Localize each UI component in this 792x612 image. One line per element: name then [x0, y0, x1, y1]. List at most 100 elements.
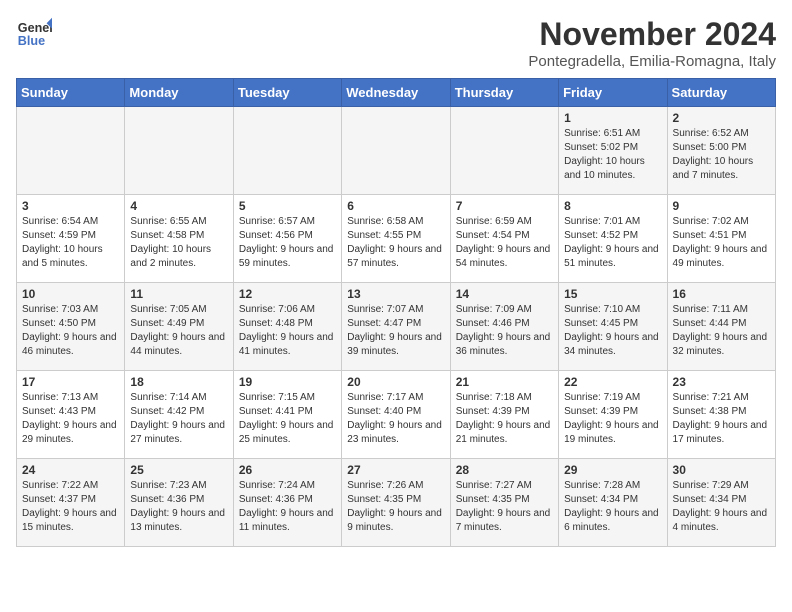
day-info: Sunrise: 7:06 AM Sunset: 4:48 PM Dayligh…: [239, 303, 336, 359]
calendar-week-3: 10 Sunrise: 7:03 AM Sunset: 4:50 PM Dayli…: [17, 283, 776, 371]
day-info: Sunrise: 7:11 AM Sunset: 4:44 PM Dayligh…: [673, 303, 770, 359]
day-number: 23: [673, 375, 770, 389]
calendar-week-5: 24 Sunrise: 7:22 AM Sunset: 4:37 PM Dayli…: [17, 459, 776, 547]
header-tuesday: Tuesday: [233, 79, 341, 107]
day-info: Sunrise: 7:14 AM Sunset: 4:42 PM Dayligh…: [130, 391, 227, 447]
day-number: 21: [456, 375, 553, 389]
calendar-cell: 23 Sunrise: 7:21 AM Sunset: 4:38 PM Dayli…: [667, 371, 775, 459]
calendar-week-1: 1Sunrise: 6:51 AM Sunset: 5:02 PM Daylig…: [17, 107, 776, 195]
day-number: 22: [564, 375, 661, 389]
day-number: 18: [130, 375, 227, 389]
day-number: 5: [239, 199, 336, 213]
day-number: 11: [130, 287, 227, 301]
day-number: 28: [456, 463, 553, 477]
day-info: Sunrise: 7:28 AM Sunset: 4:34 PM Dayligh…: [564, 479, 661, 535]
calendar-cell: 14Sunrise: 7:09 AM Sunset: 4:46 PM Dayli…: [450, 283, 558, 371]
calendar-cell: 19Sunrise: 7:15 AM Sunset: 4:41 PM Dayli…: [233, 371, 341, 459]
day-number: 6: [347, 199, 444, 213]
day-info: Sunrise: 6:54 AM Sunset: 4:59 PM Dayligh…: [22, 215, 119, 271]
day-info: Sunrise: 7:29 AM Sunset: 4:34 PM Dayligh…: [673, 479, 770, 535]
day-number: 25: [130, 463, 227, 477]
calendar-cell: [450, 107, 558, 195]
calendar-cell: 18 Sunrise: 7:14 AM Sunset: 4:42 PM Dayli…: [125, 371, 233, 459]
day-info: Sunrise: 7:01 AM Sunset: 4:52 PM Dayligh…: [564, 215, 661, 271]
day-info: Sunrise: 7:21 AM Sunset: 4:38 PM Dayligh…: [673, 391, 770, 447]
day-info: Sunrise: 7:19 AM Sunset: 4:39 PM Dayligh…: [564, 391, 661, 447]
day-info: Sunrise: 6:58 AM Sunset: 4:55 PM Dayligh…: [347, 215, 444, 271]
calendar-cell: 12 Sunrise: 7:06 AM Sunset: 4:48 PM Dayli…: [233, 283, 341, 371]
calendar-cell: 20 Sunrise: 7:17 AM Sunset: 4:40 PM Dayli…: [342, 371, 450, 459]
calendar-cell: 9 Sunrise: 7:02 AM Sunset: 4:51 PM Daylig…: [667, 195, 775, 283]
day-info: Sunrise: 7:17 AM Sunset: 4:40 PM Dayligh…: [347, 391, 444, 447]
day-number: 12: [239, 287, 336, 301]
calendar-cell: 7Sunrise: 6:59 AM Sunset: 4:54 PM Daylig…: [450, 195, 558, 283]
calendar-cell: 24 Sunrise: 7:22 AM Sunset: 4:37 PM Dayli…: [17, 459, 125, 547]
day-info: Sunrise: 7:09 AM Sunset: 4:46 PM Dayligh…: [456, 303, 553, 359]
day-info: Sunrise: 7:22 AM Sunset: 4:37 PM Dayligh…: [22, 479, 119, 535]
calendar-cell: 2 Sunrise: 6:52 AM Sunset: 5:00 PM Daylig…: [667, 107, 775, 195]
header-friday: Friday: [559, 79, 667, 107]
header-thursday: Thursday: [450, 79, 558, 107]
calendar-cell: 8 Sunrise: 7:01 AM Sunset: 4:52 PM Daylig…: [559, 195, 667, 283]
day-number: 27: [347, 463, 444, 477]
calendar-cell: 21 Sunrise: 7:18 AM Sunset: 4:39 PM Dayli…: [450, 371, 558, 459]
calendar-cell: 4 Sunrise: 6:55 AM Sunset: 4:58 PM Daylig…: [125, 195, 233, 283]
calendar-cell: [17, 107, 125, 195]
calendar-cell: 13 Sunrise: 7:07 AM Sunset: 4:47 PM Dayli…: [342, 283, 450, 371]
calendar-cell: 1Sunrise: 6:51 AM Sunset: 5:02 PM Daylig…: [559, 107, 667, 195]
day-number: 26: [239, 463, 336, 477]
day-number: 24: [22, 463, 119, 477]
day-info: Sunrise: 7:18 AM Sunset: 4:39 PM Dayligh…: [456, 391, 553, 447]
calendar-header-row: SundayMondayTuesdayWednesdayThursdayFrid…: [17, 79, 776, 107]
calendar-cell: [125, 107, 233, 195]
day-info: Sunrise: 7:10 AM Sunset: 4:45 PM Dayligh…: [564, 303, 661, 359]
day-number: 4: [130, 199, 227, 213]
calendar-cell: 25 Sunrise: 7:23 AM Sunset: 4:36 PM Dayli…: [125, 459, 233, 547]
calendar-cell: 16 Sunrise: 7:11 AM Sunset: 4:44 PM Dayli…: [667, 283, 775, 371]
month-title: November 2024: [528, 16, 776, 53]
day-number: 16: [673, 287, 770, 301]
calendar-cell: [233, 107, 341, 195]
logo: General Blue: [16, 16, 52, 52]
day-info: Sunrise: 7:02 AM Sunset: 4:51 PM Dayligh…: [673, 215, 770, 271]
title-block: November 2024 Pontegradella, Emilia-Roma…: [528, 16, 776, 70]
day-number: 20: [347, 375, 444, 389]
day-info: Sunrise: 7:15 AM Sunset: 4:41 PM Dayligh…: [239, 391, 336, 447]
day-info: Sunrise: 7:07 AM Sunset: 4:47 PM Dayligh…: [347, 303, 444, 359]
calendar-cell: 6 Sunrise: 6:58 AM Sunset: 4:55 PM Daylig…: [342, 195, 450, 283]
calendar-cell: 5 Sunrise: 6:57 AM Sunset: 4:56 PM Daylig…: [233, 195, 341, 283]
day-number: 9: [673, 199, 770, 213]
day-number: 17: [22, 375, 119, 389]
day-number: 30: [673, 463, 770, 477]
calendar-week-2: 3 Sunrise: 6:54 AM Sunset: 4:59 PM Daylig…: [17, 195, 776, 283]
calendar-cell: 11 Sunrise: 7:05 AM Sunset: 4:49 PM Dayli…: [125, 283, 233, 371]
day-info: Sunrise: 6:55 AM Sunset: 4:58 PM Dayligh…: [130, 215, 227, 271]
calendar-table: SundayMondayTuesdayWednesdayThursdayFrid…: [16, 78, 776, 547]
day-info: Sunrise: 7:05 AM Sunset: 4:49 PM Dayligh…: [130, 303, 227, 359]
calendar-cell: 3 Sunrise: 6:54 AM Sunset: 4:59 PM Daylig…: [17, 195, 125, 283]
calendar-cell: 22 Sunrise: 7:19 AM Sunset: 4:39 PM Dayli…: [559, 371, 667, 459]
svg-text:Blue: Blue: [18, 34, 45, 48]
calendar-cell: 27 Sunrise: 7:26 AM Sunset: 4:35 PM Dayli…: [342, 459, 450, 547]
day-number: 3: [22, 199, 119, 213]
day-info: Sunrise: 7:26 AM Sunset: 4:35 PM Dayligh…: [347, 479, 444, 535]
calendar-cell: 29 Sunrise: 7:28 AM Sunset: 4:34 PM Dayli…: [559, 459, 667, 547]
day-number: 7: [456, 199, 553, 213]
day-number: 2: [673, 111, 770, 125]
page-header: General Blue November 2024 Pontegradella…: [16, 16, 776, 70]
day-number: 10: [22, 287, 119, 301]
header-saturday: Saturday: [667, 79, 775, 107]
day-info: Sunrise: 7:13 AM Sunset: 4:43 PM Dayligh…: [22, 391, 119, 447]
day-info: Sunrise: 7:24 AM Sunset: 4:36 PM Dayligh…: [239, 479, 336, 535]
calendar-cell: 30 Sunrise: 7:29 AM Sunset: 4:34 PM Dayli…: [667, 459, 775, 547]
day-number: 29: [564, 463, 661, 477]
day-number: 13: [347, 287, 444, 301]
day-info: Sunrise: 6:57 AM Sunset: 4:56 PM Dayligh…: [239, 215, 336, 271]
day-info: Sunrise: 6:52 AM Sunset: 5:00 PM Dayligh…: [673, 127, 770, 183]
day-info: Sunrise: 7:23 AM Sunset: 4:36 PM Dayligh…: [130, 479, 227, 535]
day-number: 8: [564, 199, 661, 213]
calendar-cell: 17 Sunrise: 7:13 AM Sunset: 4:43 PM Dayli…: [17, 371, 125, 459]
calendar-week-4: 17 Sunrise: 7:13 AM Sunset: 4:43 PM Dayli…: [17, 371, 776, 459]
day-info: Sunrise: 7:03 AM Sunset: 4:50 PM Dayligh…: [22, 303, 119, 359]
calendar-cell: 26 Sunrise: 7:24 AM Sunset: 4:36 PM Dayli…: [233, 459, 341, 547]
